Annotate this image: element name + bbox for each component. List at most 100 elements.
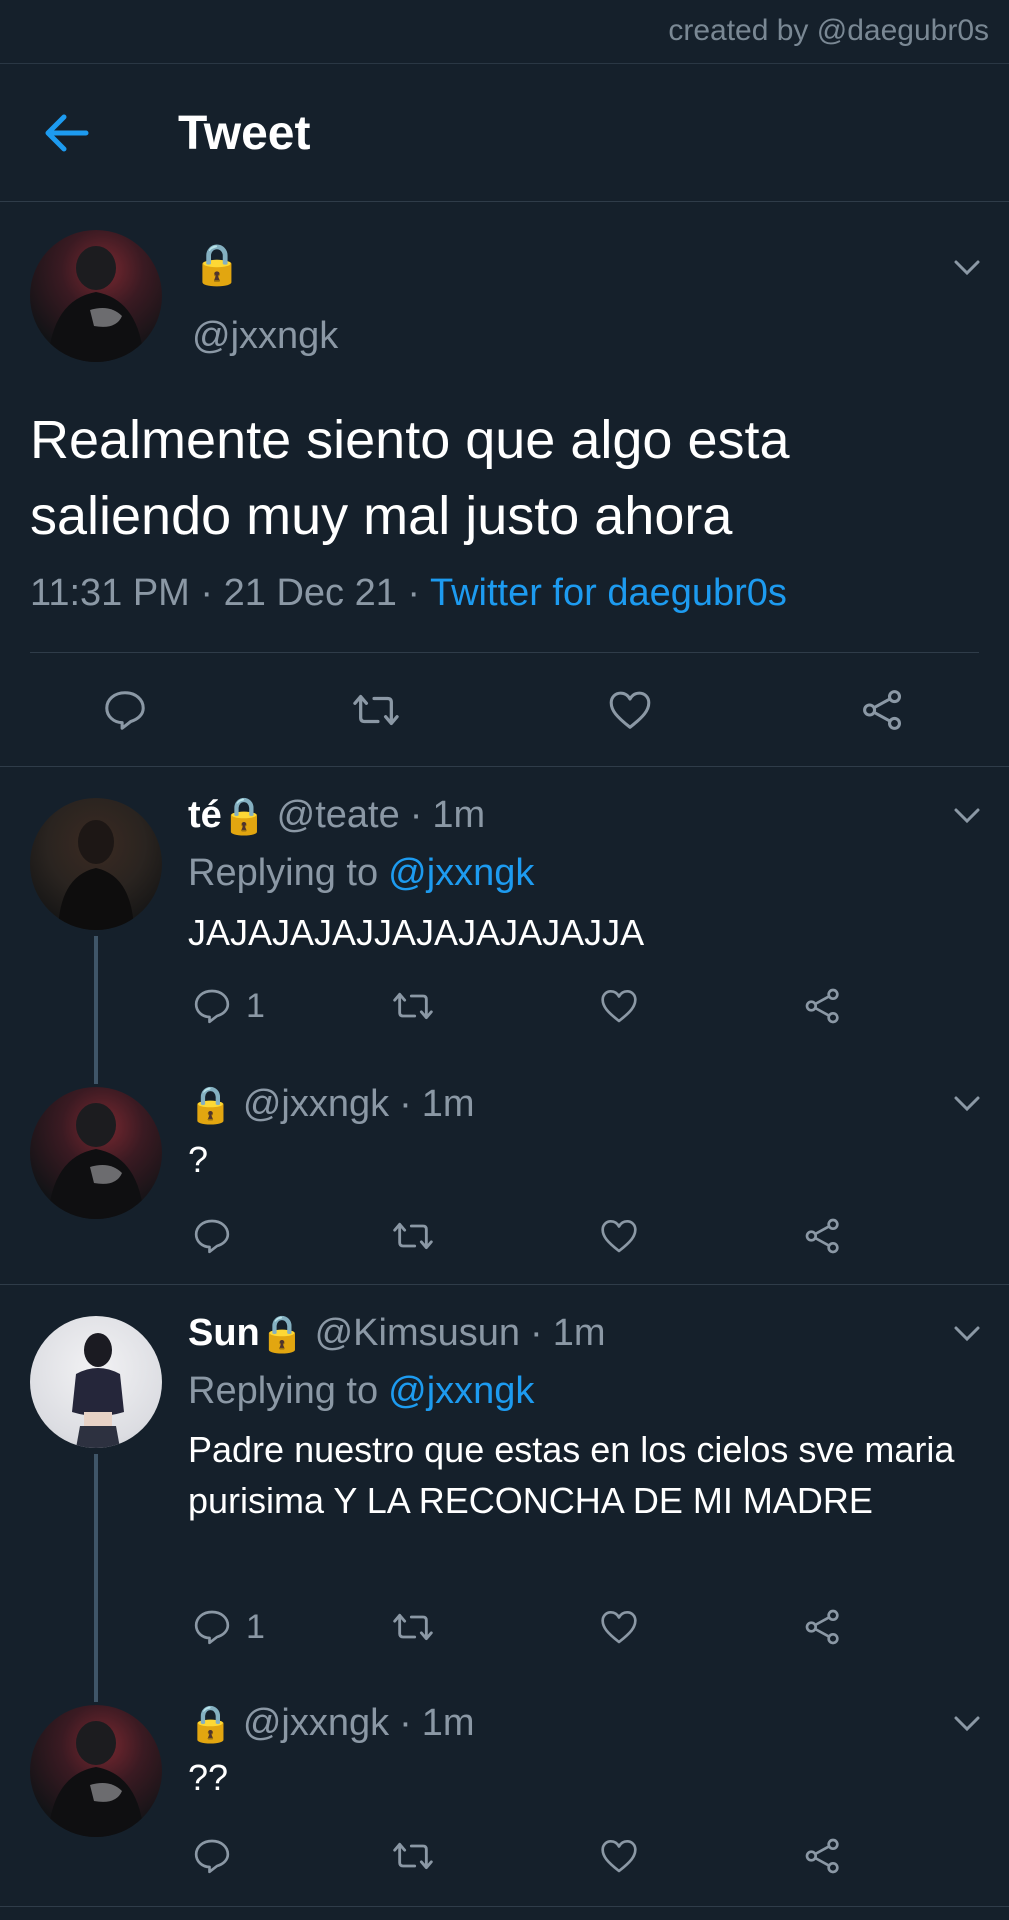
thread-line	[94, 936, 98, 1084]
like-button[interactable]	[598, 1836, 640, 1876]
chevron-down-icon[interactable]	[952, 1094, 982, 1114]
author-handle[interactable]: @jxxngk	[192, 315, 338, 358]
section-divider	[0, 1906, 1009, 1907]
retweet-button[interactable]	[390, 986, 436, 1026]
back-arrow-icon[interactable]	[40, 112, 96, 154]
replying-to-link[interactable]: @jxxngk	[388, 852, 534, 895]
tweet-actions	[30, 652, 979, 766]
time-separator: ·	[399, 1083, 412, 1125]
author-name[interactable]: té	[188, 794, 222, 837]
share-icon	[805, 1838, 839, 1874]
reply-text: ??	[188, 1757, 229, 1798]
reply-time: 1m	[432, 794, 486, 836]
heart-icon	[601, 990, 637, 1023]
tweet-source-link[interactable]: Twitter for daegubr0s	[430, 572, 787, 614]
page-title: Tweet	[178, 107, 311, 160]
share-button[interactable]	[803, 1836, 843, 1876]
retweet-button[interactable]	[390, 1607, 436, 1647]
section-divider	[0, 1284, 1009, 1285]
reply-count: 1	[246, 986, 265, 1025]
chevron-down-icon[interactable]	[952, 1324, 982, 1344]
time-separator: ·	[409, 794, 423, 836]
tweet-meta: 11:31 PM · 21 Dec 21 · Twitter for daegu…	[30, 572, 787, 615]
heart-icon	[601, 1220, 637, 1253]
chevron-down-icon[interactable]	[952, 806, 982, 826]
reply-header: té 🔒 @teate · 1m	[188, 794, 485, 837]
app-header: Tweet	[0, 64, 1009, 201]
avatar[interactable]	[30, 1087, 162, 1219]
reply-button[interactable]	[192, 1216, 232, 1256]
replying-to-link[interactable]: @jxxngk	[388, 1370, 534, 1413]
avatar[interactable]	[30, 1316, 162, 1448]
lock-icon: 🔒	[192, 243, 242, 287]
meta-separator: ·	[407, 572, 421, 614]
time-separator: ·	[530, 1312, 543, 1354]
like-button[interactable]	[606, 687, 654, 733]
reply-button[interactable]: 1	[192, 1607, 265, 1647]
avatar[interactable]	[30, 798, 162, 930]
avatar[interactable]	[30, 230, 162, 362]
reply-time: 1m	[552, 1312, 606, 1354]
heart-icon	[601, 1611, 637, 1644]
reply-header: 🔒 @jxxngk · 1m	[188, 1702, 475, 1745]
replying-to: Replying to @jxxngk	[188, 852, 534, 895]
avatar[interactable]	[30, 1705, 162, 1837]
reply-icon	[194, 1839, 230, 1874]
watermark-credit: created by @daegubr0s	[668, 14, 989, 47]
reply-text: Padre nuestro que estas en los cielos sv…	[188, 1429, 955, 1521]
thread-line	[94, 1454, 98, 1702]
reply-button[interactable]	[102, 687, 148, 733]
replying-to-label: Replying to	[188, 1370, 379, 1412]
like-button[interactable]	[598, 1216, 640, 1256]
retweet-button[interactable]	[390, 1216, 436, 1256]
reply-button[interactable]	[192, 1836, 232, 1876]
lock-icon: 🔒	[259, 1312, 305, 1354]
author-handle[interactable]: @teate	[277, 794, 400, 837]
share-icon	[805, 988, 839, 1024]
like-button[interactable]	[598, 986, 640, 1026]
share-icon	[805, 1609, 839, 1645]
chevron-down-icon[interactable]	[952, 1714, 982, 1734]
chevron-down-icon[interactable]	[952, 258, 982, 278]
reply-text: ?	[188, 1139, 209, 1180]
meta-separator: ·	[200, 572, 214, 614]
reply-icon	[194, 1610, 230, 1645]
reply-button[interactable]: 1	[192, 986, 265, 1026]
lock-icon: 🔒	[221, 794, 267, 836]
lock-icon: 🔒	[188, 1702, 233, 1744]
reply-header: Sun 🔒 @Kimsusun · 1m	[188, 1312, 605, 1355]
tweet-text: Realmente siento que algo esta saliendo …	[30, 410, 790, 546]
replying-to: Replying to @jxxngk	[188, 1370, 534, 1413]
retweet-icon	[393, 992, 433, 1020]
reply-icon	[194, 1219, 230, 1254]
share-button[interactable]	[803, 1216, 843, 1256]
reply-header: 🔒 @jxxngk · 1m	[188, 1083, 475, 1126]
header-divider	[0, 201, 1009, 202]
share-button[interactable]	[803, 1607, 843, 1647]
reply-count: 1	[246, 1607, 265, 1646]
reply-text: JAJAJAJAJJAJAJAJAJAJJA	[188, 912, 645, 953]
heart-icon	[609, 691, 651, 729]
retweet-icon	[393, 1613, 433, 1641]
share-button[interactable]	[860, 687, 906, 733]
author-handle[interactable]: @Kimsusun	[315, 1312, 520, 1355]
retweet-button[interactable]	[390, 1836, 436, 1876]
share-button[interactable]	[803, 986, 843, 1026]
reply-icon	[105, 691, 145, 730]
author-handle[interactable]: @jxxngk	[243, 1083, 389, 1126]
retweet-button[interactable]	[350, 687, 402, 733]
tweet-date: 21 Dec 21	[223, 572, 397, 614]
share-icon	[805, 1218, 839, 1254]
retweet-icon	[353, 694, 399, 726]
reply-time: 1m	[421, 1702, 475, 1744]
reply-icon	[194, 989, 230, 1024]
time-separator: ·	[399, 1702, 412, 1744]
retweet-icon	[393, 1842, 433, 1870]
heart-icon	[601, 1840, 637, 1873]
author-handle[interactable]: @jxxngk	[243, 1702, 389, 1745]
author-name[interactable]: Sun	[188, 1312, 260, 1355]
lock-icon: 🔒	[188, 1083, 233, 1125]
retweet-icon	[393, 1222, 433, 1250]
section-divider	[0, 766, 1009, 767]
like-button[interactable]	[598, 1607, 640, 1647]
